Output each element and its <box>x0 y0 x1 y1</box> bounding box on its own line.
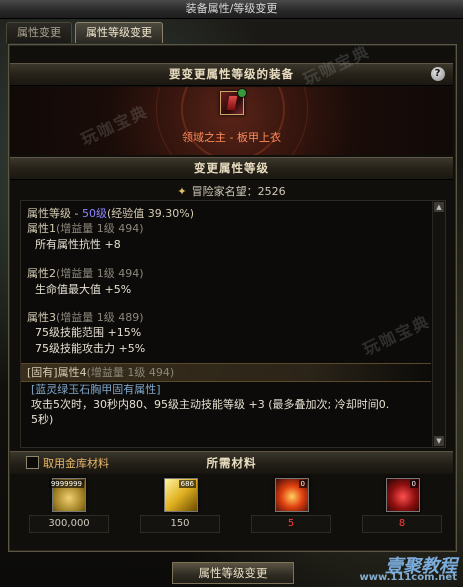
attribute-level-value: 50级 <box>81 207 107 220</box>
attribute-2-name: 属性2 <box>27 267 56 280</box>
material-slot-3[interactable]: 0 <box>275 478 309 512</box>
material-slot-1[interactable]: 9999999 <box>48 478 86 512</box>
attribute-4-title[interactable]: [固有]属性4(增益量 1级 494) <box>27 364 174 380</box>
material-3-count: 5 <box>251 515 331 533</box>
material-1-badge: 9999999 <box>48 480 84 488</box>
inherent-attribute-title: [蓝灵绿玉石胸甲固有属性] <box>31 383 161 396</box>
attribute-1-name: 属性1 <box>27 222 56 235</box>
tab-attribute-level-change[interactable]: 属性等级变更 <box>75 22 163 43</box>
scroll-down-icon[interactable]: ▼ <box>434 436 444 446</box>
attribute-scrollbar[interactable]: ▲ ▼ <box>432 201 445 447</box>
attribute-level-line: 属性等级 - 50级(经验值 39.30%) <box>27 205 194 221</box>
equipped-marker-icon <box>237 88 247 98</box>
reputation-icon: ✦ <box>177 185 187 198</box>
materials-title: 所需材料 <box>206 456 257 470</box>
inherent-attribute-desc-2: 5秒) <box>31 413 54 426</box>
material-slot-4[interactable]: 0 <box>386 478 420 512</box>
attribute-3-effect-2: 75级技能攻击力 +5% <box>35 342 146 355</box>
equipment-name: 领域之主 - 板甲上衣 <box>182 131 281 144</box>
reputation-text: 冒险家名望：2526 <box>191 185 286 198</box>
window-title: 装备属性/等级变更 <box>0 0 463 19</box>
equipment-section-header: 要变更属性等级的装备 ? <box>10 63 453 86</box>
equipment-slot[interactable] <box>220 88 247 115</box>
brand-url: www.111com.net <box>359 572 457 583</box>
armor-icon <box>226 96 238 110</box>
attribute-level-prefix: 属性等级 - <box>27 207 82 220</box>
material-3-badge: 0 <box>298 480 307 488</box>
attribute-1-detail: (增益量 1级 494) <box>56 222 144 235</box>
material-4-count: 8 <box>362 515 442 533</box>
help-icon[interactable]: ? <box>431 67 445 81</box>
scroll-up-icon[interactable]: ▲ <box>434 202 444 212</box>
attribute-4-name: [固有]属性4 <box>27 366 87 379</box>
material-4-badge: 0 <box>409 480 418 488</box>
attribute-1-title[interactable]: 属性1(增益量 1级 494) <box>27 220 144 236</box>
attribute-2-effect-1: 生命值最大值 +5% <box>35 283 132 296</box>
tab-attribute-change[interactable]: 属性变更 <box>6 22 72 43</box>
materials-header: 取用金库材料 所需材料 <box>10 451 453 474</box>
attribute-level-exp: (经验值 39.30%) <box>106 207 194 220</box>
material-slot-2[interactable]: 686 <box>164 478 198 512</box>
level-section-header: 变更属性等级 <box>10 157 453 180</box>
equipment-area: 领域之主 - 板甲上衣 <box>10 87 453 155</box>
equipment-section-title: 要变更属性等级的装备 <box>169 67 294 81</box>
attribute-list[interactable]: 属性等级 - 50级(经验值 39.30%) 属性1(增益量 1级 494) 所… <box>20 200 446 448</box>
attribute-2-detail: (增益量 1级 494) <box>56 267 144 280</box>
attribute-1-effect-1: 所有属性抗性 +8 <box>35 238 121 251</box>
tab-bar: 属性变更 属性等级变更 <box>6 22 163 44</box>
attribute-level-change-button[interactable]: 属性等级变更 <box>172 562 294 584</box>
inherent-attribute-desc-1: 攻击5次时，30秒内80、95级主动技能等级 +3 (最多叠加次; 冷却时间0. <box>31 398 390 411</box>
attribute-3-effect-1: 75级技能范围 +15% <box>35 326 142 339</box>
attribute-4-detail: (增益量 1级 494) <box>86 366 175 379</box>
attribute-3-title[interactable]: 属性3(增益量 1级 489) <box>27 309 144 325</box>
attribute-3-name: 属性3 <box>27 311 56 324</box>
material-2-badge: 686 <box>178 480 196 488</box>
material-2-count: 150 <box>140 515 220 533</box>
attribute-2-title[interactable]: 属性2(增益量 1级 494) <box>27 265 144 281</box>
reputation-row: ✦ 冒险家名望：2526 <box>0 183 463 199</box>
attribute-3-detail: (增益量 1级 489) <box>56 311 144 324</box>
material-1-count: 300,000 <box>29 515 109 533</box>
